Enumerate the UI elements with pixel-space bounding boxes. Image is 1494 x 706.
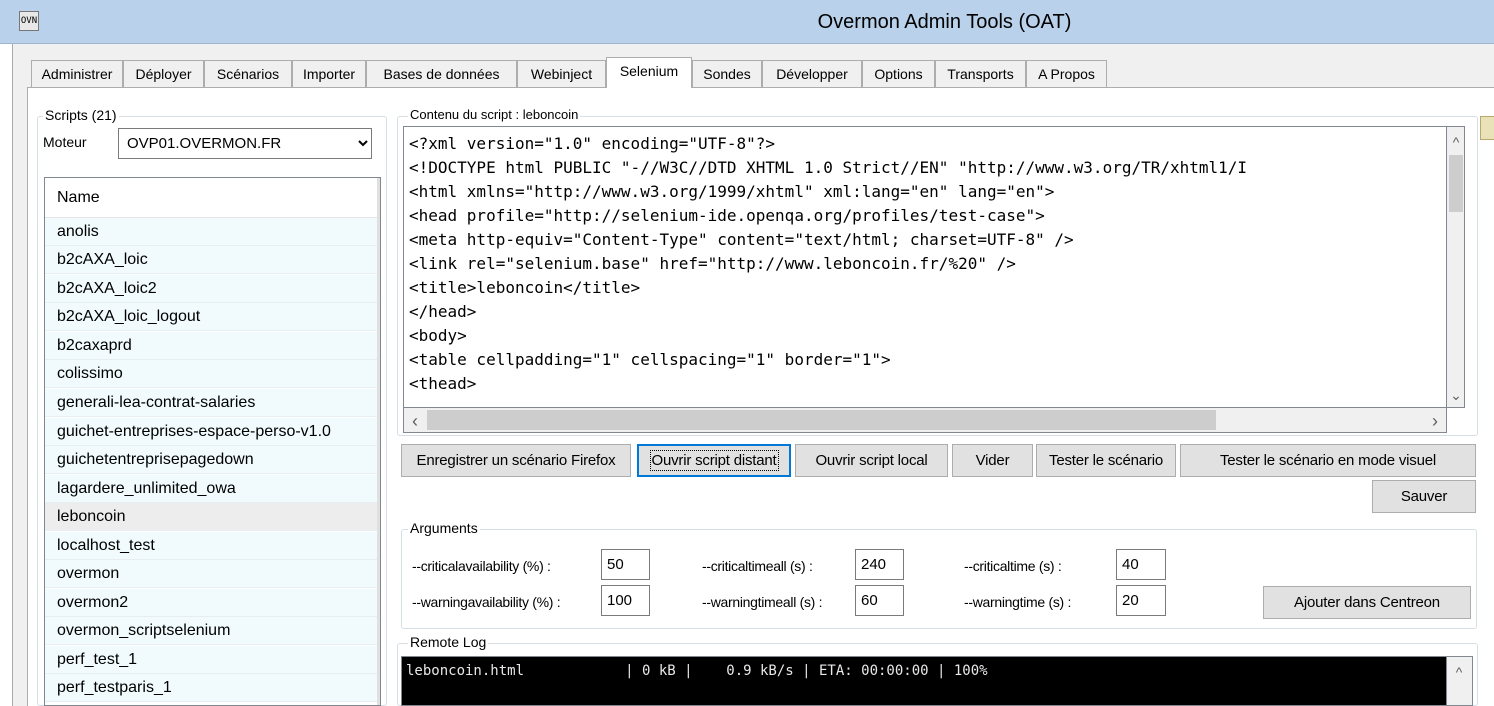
engine-select[interactable]: OVP01.OVERMON.FR: [118, 128, 372, 159]
list-item[interactable]: b2cAXA_loic: [45, 246, 380, 274]
tab-bases-de-donnees[interactable]: Bases de données: [366, 60, 517, 87]
side-edit-icon[interactable]: [1480, 116, 1494, 140]
list-item[interactable]: guichet-entreprises-espace-perso-v1.0: [45, 418, 380, 446]
warning-availability-input[interactable]: [601, 585, 650, 616]
code-line: <html xmlns="http://www.w3.org/1999/xhtm…: [409, 182, 1055, 201]
tab-developper[interactable]: Développer: [762, 60, 862, 87]
code-line: <link rel="selenium.base" href="http://w…: [409, 254, 1016, 273]
warning-timeall-input[interactable]: [855, 585, 904, 616]
remote-log-text: leboncoin.html | 0 kB | 0.9 kB/s | ETA: …: [406, 663, 988, 679]
code-line: <body>: [409, 326, 467, 345]
scripts-group-label: Scripts (21): [43, 107, 119, 123]
script-content-group-label: Contenu du script : leboncoin: [408, 107, 581, 123]
list-item[interactable]: b2cAXA_loic_logout: [45, 303, 380, 331]
critical-timeall-input[interactable]: [855, 549, 904, 580]
scroll-left-arrow-icon[interactable]: ‹: [407, 412, 423, 430]
tab-administrer[interactable]: Administrer: [31, 60, 123, 87]
scroll-up-arrow-icon[interactable]: ^: [1449, 133, 1463, 151]
list-item[interactable]: localhost_test: [45, 532, 380, 560]
critical-time-input[interactable]: [1116, 549, 1166, 580]
warning-availability-label: --warningavailability (%) :: [412, 594, 561, 610]
open-remote-script-button[interactable]: Ouvrir script distant: [637, 444, 791, 477]
code-line: <!DOCTYPE html PUBLIC "-//W3C//DTD XHTML…: [409, 158, 1248, 177]
window-title: Overmon Admin Tools (OAT): [817, 11, 1072, 33]
log-scroll-up-arrow-icon[interactable]: ^: [1452, 663, 1466, 681]
list-item[interactable]: guichetentreprisepagedown: [45, 446, 380, 474]
list-item[interactable]: b2caxaprd: [45, 332, 380, 360]
column-header-name: Name: [57, 189, 100, 206]
script-editor[interactable]: <?xml version="1.0" encoding="UTF-8"?> <…: [403, 126, 1447, 408]
test-visual-mode-button[interactable]: Tester le scénario en mode visuel: [1180, 444, 1476, 477]
editor-horizontal-scroll-thumb[interactable]: [427, 410, 1216, 430]
tab-transports[interactable]: Transports: [935, 60, 1026, 87]
warning-timeall-label: --warningtimeall (s) :: [702, 594, 823, 610]
critical-availability-label: --criticalavailability (%) :: [412, 558, 551, 574]
list-scrollbar-edge[interactable]: [377, 178, 380, 705]
list-item[interactable]: colissimo: [45, 360, 380, 388]
tab-scenarios[interactable]: Scénarios: [204, 60, 292, 87]
scroll-right-arrow-icon[interactable]: ›: [1427, 412, 1443, 430]
critical-timeall-label: --criticaltimeall (s) :: [702, 558, 813, 574]
remote-log-group-label: Remote Log: [408, 634, 489, 650]
code-line: <head profile="http://selenium-ide.openq…: [409, 206, 1045, 225]
list-item-selected[interactable]: leboncoin: [45, 503, 380, 531]
scripts-list[interactable]: Name anolis b2cAXA_loic b2cAXA_loic2 b2c…: [44, 177, 381, 706]
code-line: <thead>: [409, 374, 477, 393]
code-line: <title>leboncoin</title>: [409, 278, 641, 297]
list-item[interactable]: anolis: [45, 218, 380, 246]
warning-time-input[interactable]: [1116, 585, 1166, 616]
record-firefox-button[interactable]: Enregistrer un scénario Firefox: [401, 444, 631, 477]
code-line: <table cellpadding="1" cellspacing="1" b…: [409, 350, 891, 369]
list-item[interactable]: overmon2: [45, 589, 380, 617]
list-column-header[interactable]: Name: [45, 178, 380, 218]
test-scenario-button[interactable]: Tester le scénario: [1036, 444, 1176, 477]
code-line: <meta http-equiv="Content-Type" content=…: [409, 230, 1074, 249]
tab-importer[interactable]: Importer: [292, 60, 366, 87]
list-item[interactable]: lagardere_unlimited_owa: [45, 475, 380, 503]
list-item[interactable]: overmon_scriptselenium: [45, 617, 380, 645]
tab-a-propos[interactable]: A Propos: [1026, 60, 1107, 87]
editor-vertical-scroll-thumb[interactable]: [1449, 155, 1463, 212]
tab-options[interactable]: Options: [862, 60, 935, 87]
list-item[interactable]: perf_test_1: [45, 646, 380, 674]
open-local-script-button[interactable]: Ouvrir script local: [795, 444, 948, 477]
engine-label: Moteur: [43, 134, 87, 150]
warning-time-label: --warningtime (s) :: [964, 594, 1072, 610]
list-item[interactable]: b2cAXA_loic2: [45, 275, 380, 303]
arguments-group-label: Arguments: [408, 520, 480, 536]
critical-availability-input[interactable]: [601, 549, 650, 580]
critical-time-label: --criticaltime (s) :: [964, 558, 1062, 574]
list-item[interactable]: overmon: [45, 560, 380, 588]
open-remote-script-label: Ouvrir script distant: [649, 450, 779, 471]
code-line: <?xml version="1.0" encoding="UTF-8"?>: [409, 134, 776, 153]
clear-button[interactable]: Vider: [952, 444, 1033, 477]
list-item[interactable]: generali-lea-contrat-salaries: [45, 389, 380, 417]
scroll-down-arrow-icon[interactable]: ⌄: [1449, 386, 1463, 404]
tab-deployer[interactable]: Déployer: [123, 60, 204, 87]
tab-webinject[interactable]: Webinject: [517, 60, 606, 87]
save-button[interactable]: Sauver: [1372, 480, 1476, 513]
code-line: </head>: [409, 302, 477, 321]
tab-selenium[interactable]: Selenium: [606, 57, 692, 88]
add-to-centreon-button[interactable]: Ajouter dans Centreon: [1263, 586, 1471, 619]
background-window-edge: [0, 44, 13, 706]
tab-sondes[interactable]: Sondes: [692, 60, 762, 87]
list-item[interactable]: perf_testparis_1: [45, 674, 380, 702]
